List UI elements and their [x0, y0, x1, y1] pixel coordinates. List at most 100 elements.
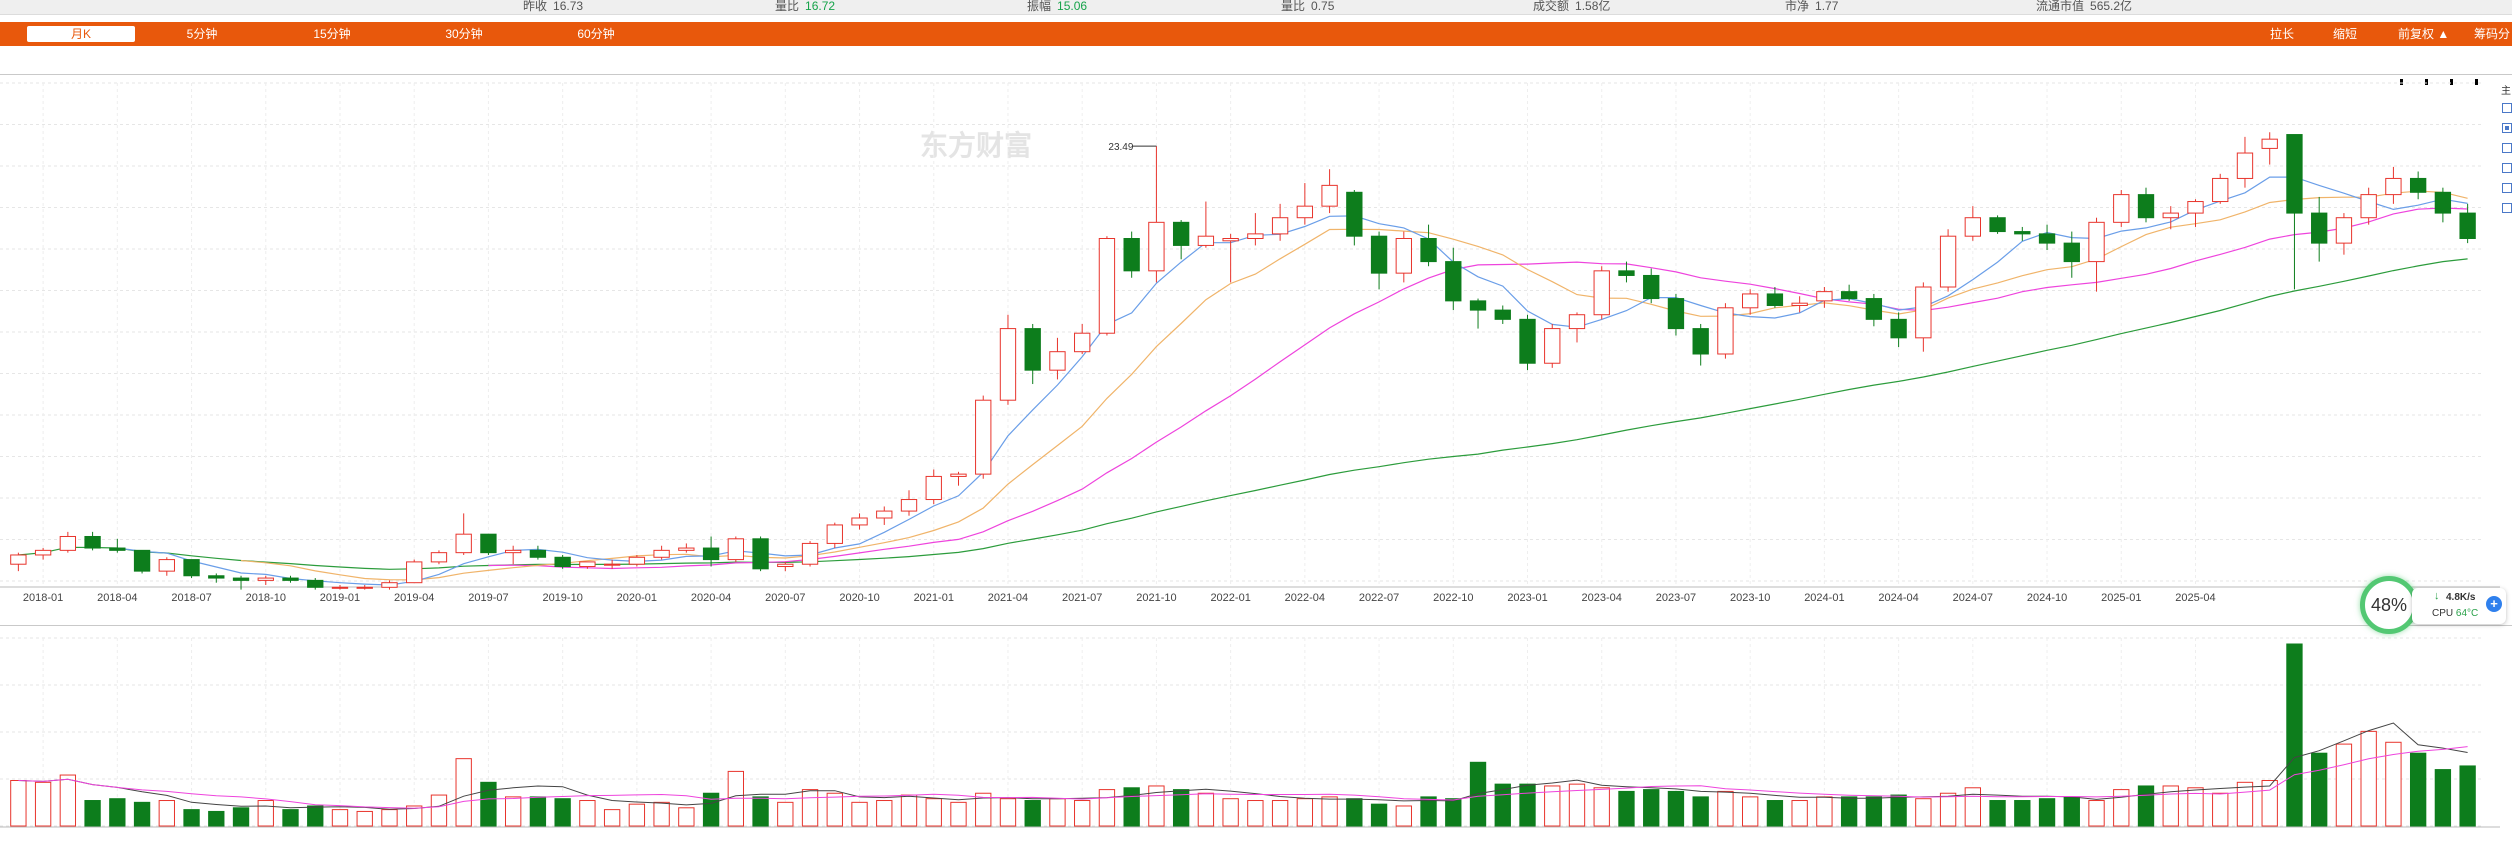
candle-body [1544, 328, 1561, 364]
volume-bar [876, 800, 893, 827]
candle [331, 585, 349, 590]
stretch-button[interactable]: 拉长 [2270, 26, 2294, 42]
candle [2385, 166, 2402, 204]
x-tick-label: 2024-01 [1804, 592, 1844, 604]
shrink-button[interactable]: 缩短 [2333, 26, 2357, 42]
indicator-checkbox[interactable] [2502, 203, 2512, 213]
candle [950, 471, 967, 486]
indicator-checkbox[interactable] [2502, 143, 2512, 153]
candle [1172, 220, 1190, 260]
tab-15min[interactable]: 15分钟 [292, 26, 372, 42]
candle-body [801, 542, 819, 565]
x-tick-label: 2018-04 [97, 592, 137, 604]
candle [1074, 323, 1091, 354]
candle-body [1890, 318, 1907, 339]
candle-body [2286, 134, 2303, 214]
candle-body [1964, 217, 1981, 237]
volume-bar [1247, 800, 1264, 827]
candle [2434, 187, 2452, 223]
volume-bar [925, 798, 942, 827]
candlestick-chart[interactable]: 东方财富 2018-01 2018-04 2018-07 2018-10 2019-01 2… [0, 75, 2500, 625]
candle-body [2038, 233, 2056, 244]
x-tick-label: 2019-04 [394, 592, 434, 604]
quote-item: 成交额 1.58亿 [1533, 0, 1611, 13]
add-icon[interactable]: + [2486, 596, 2502, 612]
candle-body [2014, 231, 2031, 235]
x-tick-label: 2021-04 [988, 592, 1028, 604]
chip-distribution-button[interactable]: 筹码分 [2474, 26, 2510, 42]
candle [1296, 183, 1314, 225]
indicator-checkbox[interactable] [2502, 103, 2512, 113]
candle-body [2212, 177, 2229, 203]
volume-chart-panel[interactable] [0, 625, 2512, 846]
candle [851, 513, 868, 530]
volume-bar [1123, 787, 1140, 827]
x-tick-label: 2019-10 [542, 592, 582, 604]
candle [1024, 323, 1041, 385]
candle [1123, 231, 1140, 278]
candle-body [554, 556, 571, 568]
tab-5min[interactable]: 5分钟 [162, 26, 242, 42]
candle [1098, 236, 1116, 336]
volume-bar [1519, 783, 1536, 827]
candle-body [109, 547, 126, 551]
candle-body [876, 510, 893, 519]
candle-body [257, 577, 274, 581]
price-chart-panel[interactable]: 东方财富 2018-01 2018-04 2018-07 2018-10 2019-01 2… [0, 74, 2512, 625]
volume-bar [1049, 798, 1066, 827]
indicator-checkbox[interactable] [2502, 163, 2512, 173]
candle-body [529, 549, 547, 558]
candle-body [678, 547, 695, 551]
candle [2162, 206, 2179, 230]
x-tick-label: 2024-07 [1953, 592, 1993, 604]
candle-body [480, 533, 497, 554]
volume-bar [133, 801, 151, 827]
candle-body [1618, 270, 1635, 276]
x-tick-label: 2019-07 [468, 592, 508, 604]
volume-bar [208, 810, 225, 827]
candle-body [133, 549, 151, 572]
candle-body [579, 561, 596, 568]
candle [1915, 282, 1932, 352]
candle-body [2113, 194, 2130, 223]
quote-item: 量比 16.72 [775, 0, 836, 13]
candle-body [1692, 328, 1709, 355]
candle-body [2187, 201, 2204, 214]
candle-body [34, 549, 52, 556]
tab-60min[interactable]: 60分钟 [556, 26, 636, 42]
candle-body [1346, 191, 1363, 237]
cpu-usage-ring[interactable]: 48% [2360, 576, 2418, 634]
x-tick-label: 2022-07 [1359, 592, 1399, 604]
volume-bar [999, 798, 1017, 827]
cpu-monitor-widget[interactable]: 48% ↓ 4.8K/s CPU 64°C + [2360, 576, 2512, 634]
volume-bar [1667, 790, 1685, 827]
volume-bar [505, 796, 522, 827]
candle-body [1420, 238, 1437, 263]
adjust-mode-dropdown[interactable]: 前复权 ▲ [2398, 26, 2449, 42]
candle [430, 550, 448, 565]
tab-30min[interactable]: 30分钟 [424, 26, 504, 42]
volume-bar [10, 780, 27, 827]
volume-bar [282, 809, 299, 827]
volume-bar [1321, 796, 1338, 827]
volume-bar [1346, 798, 1363, 827]
candle-body [851, 517, 868, 526]
volume-bar [307, 805, 324, 827]
candle-body [900, 499, 918, 512]
indicator-checkbox[interactable] [2502, 183, 2512, 193]
volume-bar [1074, 800, 1091, 827]
volume-bar [2311, 752, 2328, 827]
candle [1593, 266, 1610, 320]
indicator-checkbox[interactable] [2502, 123, 2512, 133]
volume-bar [2113, 789, 2130, 827]
candle-body [1989, 217, 2006, 233]
volume-bar [653, 801, 670, 827]
volume-chart[interactable] [0, 626, 2500, 846]
candle-body [2162, 212, 2179, 219]
candle [2088, 217, 2105, 292]
candle [455, 513, 472, 555]
high-marker-label: 23.49 [1108, 142, 1133, 153]
x-tick-label: 2018-01 [23, 592, 63, 604]
candle-body [331, 586, 349, 589]
tab-month-k[interactable]: 月K [27, 26, 135, 42]
